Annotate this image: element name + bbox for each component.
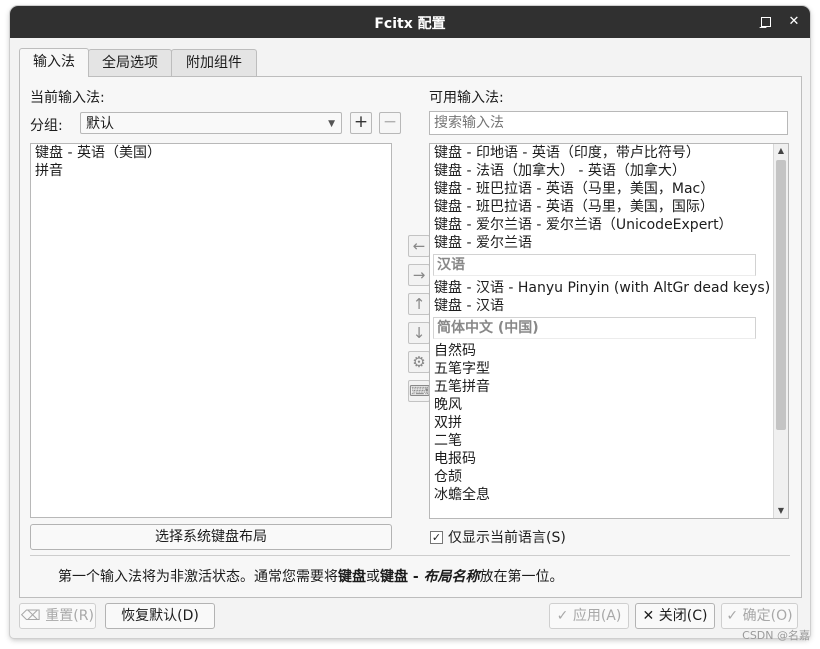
list-item[interactable]: 键盘 - 汉语	[430, 297, 774, 315]
gear-icon: ⚙	[412, 353, 426, 371]
chevron-down-icon: ▼	[328, 119, 335, 129]
reset-button[interactable]: ⌫ 重置(R)	[19, 603, 96, 629]
group-header: 简体中文 (中国)	[433, 317, 756, 339]
move-left-icon: ←	[412, 237, 426, 255]
close-window-button[interactable]: ✕	[785, 13, 803, 31]
move-left-button[interactable]: ←	[408, 235, 430, 257]
ok-button[interactable]: ✓ 确定(O)	[721, 603, 798, 629]
list-item[interactable]: 键盘 - 爱尔兰语	[430, 234, 774, 252]
backspace-icon: ⌫	[21, 608, 41, 624]
fcitx-config-window: Fcitx 配置 _ ✕ 输入法 全局选项 附加组件 当前输入法: 分组: 默认…	[10, 6, 810, 638]
only-current-language-checkbox[interactable]: ✓	[430, 531, 443, 544]
tab-input-method[interactable]: 输入法	[19, 48, 89, 77]
list-item[interactable]: 仓颉	[430, 468, 774, 486]
list-item[interactable]: 二笔	[430, 432, 774, 450]
hint-part: 或	[366, 569, 380, 585]
group-select[interactable]: 默认 ▼	[80, 112, 342, 134]
move-down-icon: ↓	[412, 324, 426, 342]
hint-part: 放在第一位。	[479, 569, 564, 585]
list-item[interactable]: 键盘 - 法语（加拿大） - 英语（加拿大）	[430, 162, 774, 180]
close-icon: ✕	[642, 608, 655, 624]
move-up-button[interactable]: ↑	[408, 293, 430, 315]
list-item[interactable]: 自然码	[430, 342, 774, 360]
move-up-icon: ↑	[412, 295, 426, 313]
move-right-button[interactable]: →	[408, 264, 430, 286]
list-item[interactable]: 五笔字型	[430, 360, 774, 378]
configure-button[interactable]: ⚙	[408, 351, 430, 373]
watermark: CSDN @名嘉	[742, 629, 810, 642]
move-down-button[interactable]: ↓	[408, 322, 430, 344]
scroll-down-icon[interactable]: ▼	[774, 504, 788, 518]
apply-label: 应用(A)	[572, 608, 622, 624]
hint-text: 第一个输入法将为非激活状态。通常您需要将键盘或键盘 - 布局名称放在第一位。	[58, 566, 564, 586]
close-button[interactable]: ✕ 关闭(C)	[635, 603, 715, 629]
list-item[interactable]: 五笔拼音	[430, 378, 774, 396]
maximize-button[interactable]	[761, 17, 771, 27]
list-item[interactable]: 冰蟾全息	[430, 486, 774, 504]
check-icon: ✓	[726, 608, 739, 624]
ok-label: 确定(O)	[742, 608, 793, 624]
list-item[interactable]: 键盘 - 英语（美国）	[31, 144, 391, 162]
list-item[interactable]: 拼音	[31, 162, 391, 180]
available-input-method-list[interactable]: 键盘 - 印地语 - 英语（印度，带卢比符号） 键盘 - 法语（加拿大） - 英…	[429, 143, 789, 519]
input-method-panel: 当前输入法: 分组: 默认 ▼ + − 键盘 - 英语（美国） 拼音 选择系统键…	[19, 76, 802, 598]
list-item[interactable]: 键盘 - 爱尔兰语 - 爱尔兰语（UnicodeExpert）	[430, 216, 774, 234]
tab-addons[interactable]: 附加组件	[171, 49, 257, 76]
current-input-method-list[interactable]: 键盘 - 英语（美国） 拼音	[30, 143, 392, 518]
vertical-scrollbar[interactable]: ▲ ▼	[773, 144, 788, 518]
restore-defaults-button[interactable]: 恢复默认(D)	[105, 603, 215, 629]
only-current-language-label[interactable]: 仅显示当前语言(S)	[448, 527, 566, 547]
title-bar[interactable]: Fcitx 配置 _ ✕	[10, 6, 810, 38]
add-group-button[interactable]: +	[350, 112, 372, 134]
list-item[interactable]: 键盘 - 印地语 - 英语（印度，带卢比符号）	[430, 144, 774, 162]
search-input[interactable]	[429, 111, 788, 135]
hint-part: 第一个输入法将为非激活状态。通常您需要将	[58, 569, 338, 585]
list-item[interactable]: 键盘 - 班巴拉语 - 英语（马里，美国，Mac）	[430, 180, 774, 198]
keyboard-layout-button[interactable]: ⌨	[408, 380, 431, 402]
apply-button[interactable]: ✓ 应用(A)	[549, 603, 629, 629]
list-item[interactable]: 电报码	[430, 450, 774, 468]
divider	[30, 555, 790, 556]
hint-bold: 键盘	[338, 569, 366, 585]
scroll-up-icon[interactable]: ▲	[774, 144, 788, 158]
group-label: 分组:	[30, 118, 63, 134]
hint-italic: 布局名称	[423, 569, 480, 585]
list-item[interactable]: 键盘 - 汉语 - Hanyu Pinyin (with AltGr dead …	[430, 279, 774, 297]
scrollbar-thumb[interactable]	[776, 160, 786, 430]
check-icon: ✓	[556, 608, 569, 624]
close-label: 关闭(C)	[658, 608, 708, 624]
list-item[interactable]: 键盘 - 班巴拉语 - 英语（马里，美国，国际）	[430, 198, 774, 216]
tab-global-options[interactable]: 全局选项	[88, 49, 172, 76]
move-right-icon: →	[412, 266, 426, 284]
current-input-methods-heading: 当前输入法:	[30, 90, 105, 106]
list-item[interactable]: 双拼	[430, 414, 774, 432]
available-input-methods-heading: 可用输入法:	[429, 90, 504, 106]
list-item[interactable]: 晚风	[430, 396, 774, 414]
group-select-value: 默认	[86, 116, 114, 132]
remove-group-button[interactable]: −	[379, 112, 401, 134]
reset-label: 重置(R)	[45, 608, 94, 624]
group-header: 汉语	[433, 254, 756, 276]
hint-bold: 键盘 -	[380, 569, 424, 585]
window-title: Fcitx 配置	[374, 16, 446, 32]
select-keyboard-layout-button[interactable]: 选择系统键盘布局	[30, 524, 392, 550]
keyboard-icon: ⌨	[409, 382, 431, 400]
